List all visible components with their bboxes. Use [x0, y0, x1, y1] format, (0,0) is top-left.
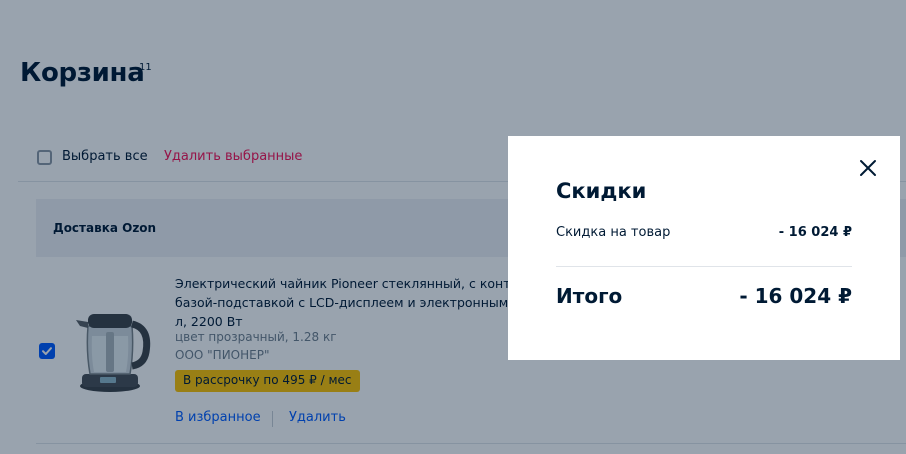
discounts-modal	[508, 136, 900, 360]
discount-value: - 16 024 ₽	[778, 225, 852, 240]
total-value: - 16 024 ₽	[739, 284, 852, 308]
close-icon[interactable]	[856, 156, 880, 180]
discount-label: Скидка на товар	[556, 225, 671, 240]
modal-divider	[556, 266, 852, 267]
modal-title: Скидки	[556, 179, 647, 203]
total-label: Итого	[556, 284, 623, 308]
